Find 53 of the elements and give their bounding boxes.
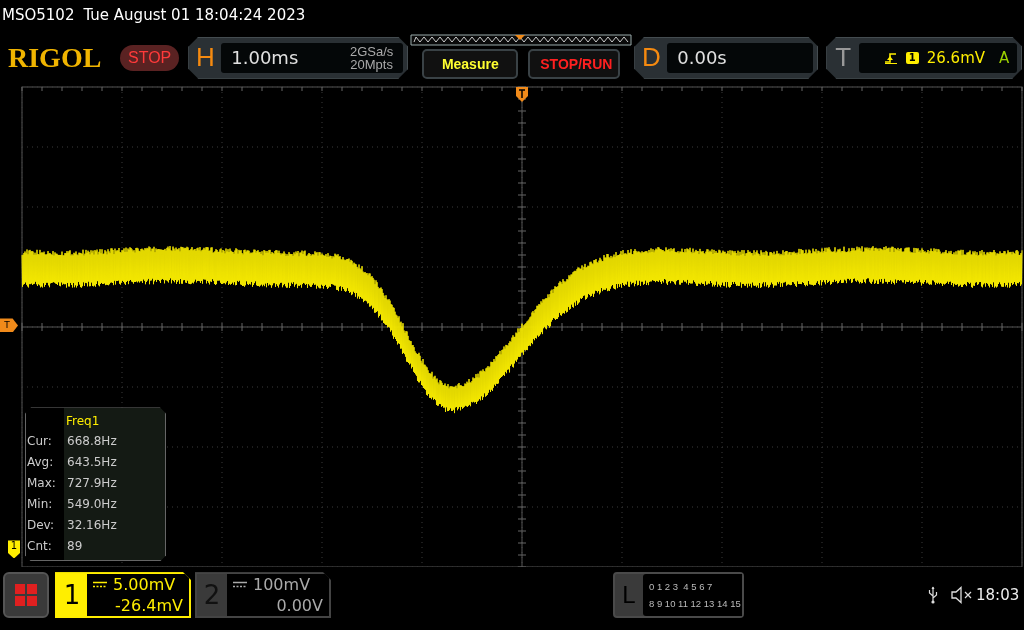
date-time: Tue August 01 18:04:24 2023 <box>83 5 306 24</box>
horizontal-label: H <box>194 41 216 75</box>
system-clock: 18:03 <box>976 586 1020 605</box>
rising-edge-icon <box>883 50 898 65</box>
brand-logo: RIGOL <box>8 41 103 74</box>
statistic-label: Max: <box>26 475 57 493</box>
delay-label: D <box>640 41 662 75</box>
statistic-value: 549.0Hz <box>66 496 118 514</box>
trigger-mode: A <box>999 48 1010 67</box>
channel-number: 1 <box>62 579 82 613</box>
digital-channel-numbers: 0 1 2 3 4 5 6 7 <box>649 580 714 595</box>
softkey-button[interactable]: Measure <box>422 49 519 80</box>
softkey-button[interactable]: STOP/RUN <box>528 49 621 80</box>
dc-coupling-icon <box>233 580 247 589</box>
channel-offset-marker[interactable]: 1 <box>8 540 20 559</box>
statistic-label: Cnt: <box>26 538 53 556</box>
logic-label: L <box>621 580 637 611</box>
dc-coupling-icon <box>93 580 107 589</box>
vertical-offset: 0.00V <box>275 596 323 615</box>
statistic-value: 89 <box>66 538 84 556</box>
horizontal-panel[interactable]: H 1.00ms 2GSa/s 20Mpts <box>188 36 409 79</box>
grid-icon <box>14 583 38 608</box>
statistic-label: Cur: <box>26 433 53 451</box>
channel-panel[interactable]: 1 5.00mV -26.4mV <box>55 572 191 619</box>
memory-depth: 20Mpts <box>350 57 393 71</box>
vertical-scale: 100mV <box>252 575 312 594</box>
run-state-indicator[interactable]: STOP <box>120 44 180 71</box>
trigger-level-marker[interactable]: T <box>0 318 18 333</box>
digital-channel-numbers: 8 9 10 11 12 13 14 15 <box>649 597 742 612</box>
vertical-scale: 5.00mV <box>112 575 177 594</box>
statistic-value: 643.5Hz <box>66 454 118 472</box>
statistic-label: Min: <box>26 496 54 514</box>
delay-panel[interactable]: D 0.00s <box>634 36 819 79</box>
usb-icon <box>928 586 938 605</box>
statistic-value: 727.9Hz <box>66 475 118 493</box>
trigger-position-marker[interactable] <box>516 87 528 104</box>
trigger-level: 26.6mV <box>926 48 985 67</box>
statistic-value: 668.8Hz <box>66 433 118 451</box>
logic-panel[interactable]: L 0 1 2 3 4 5 6 7 8 9 10 11 12 13 14 15 <box>613 572 744 619</box>
sample-rate: 2GSa/s <box>349 44 394 58</box>
speaker-muted-icon[interactable] <box>950 586 974 605</box>
statistic-label: Dev: <box>26 517 56 535</box>
timebase-value: 1.00ms <box>231 47 299 69</box>
menu-button[interactable] <box>3 572 49 619</box>
trigger-label: T <box>834 41 853 75</box>
vertical-offset: -26.4mV <box>114 596 183 615</box>
delay-value: 0.00s <box>677 47 727 69</box>
trigger-panel[interactable]: T 1 26.6mV A <box>826 36 1023 79</box>
statistic-value: 32.16Hz <box>66 517 118 535</box>
trigger-source-badge: 1 <box>905 51 919 64</box>
measurement-title: Freq1 <box>66 413 101 431</box>
statistic-label: Avg: <box>26 454 55 472</box>
model-name: MSO5102 <box>2 5 75 24</box>
